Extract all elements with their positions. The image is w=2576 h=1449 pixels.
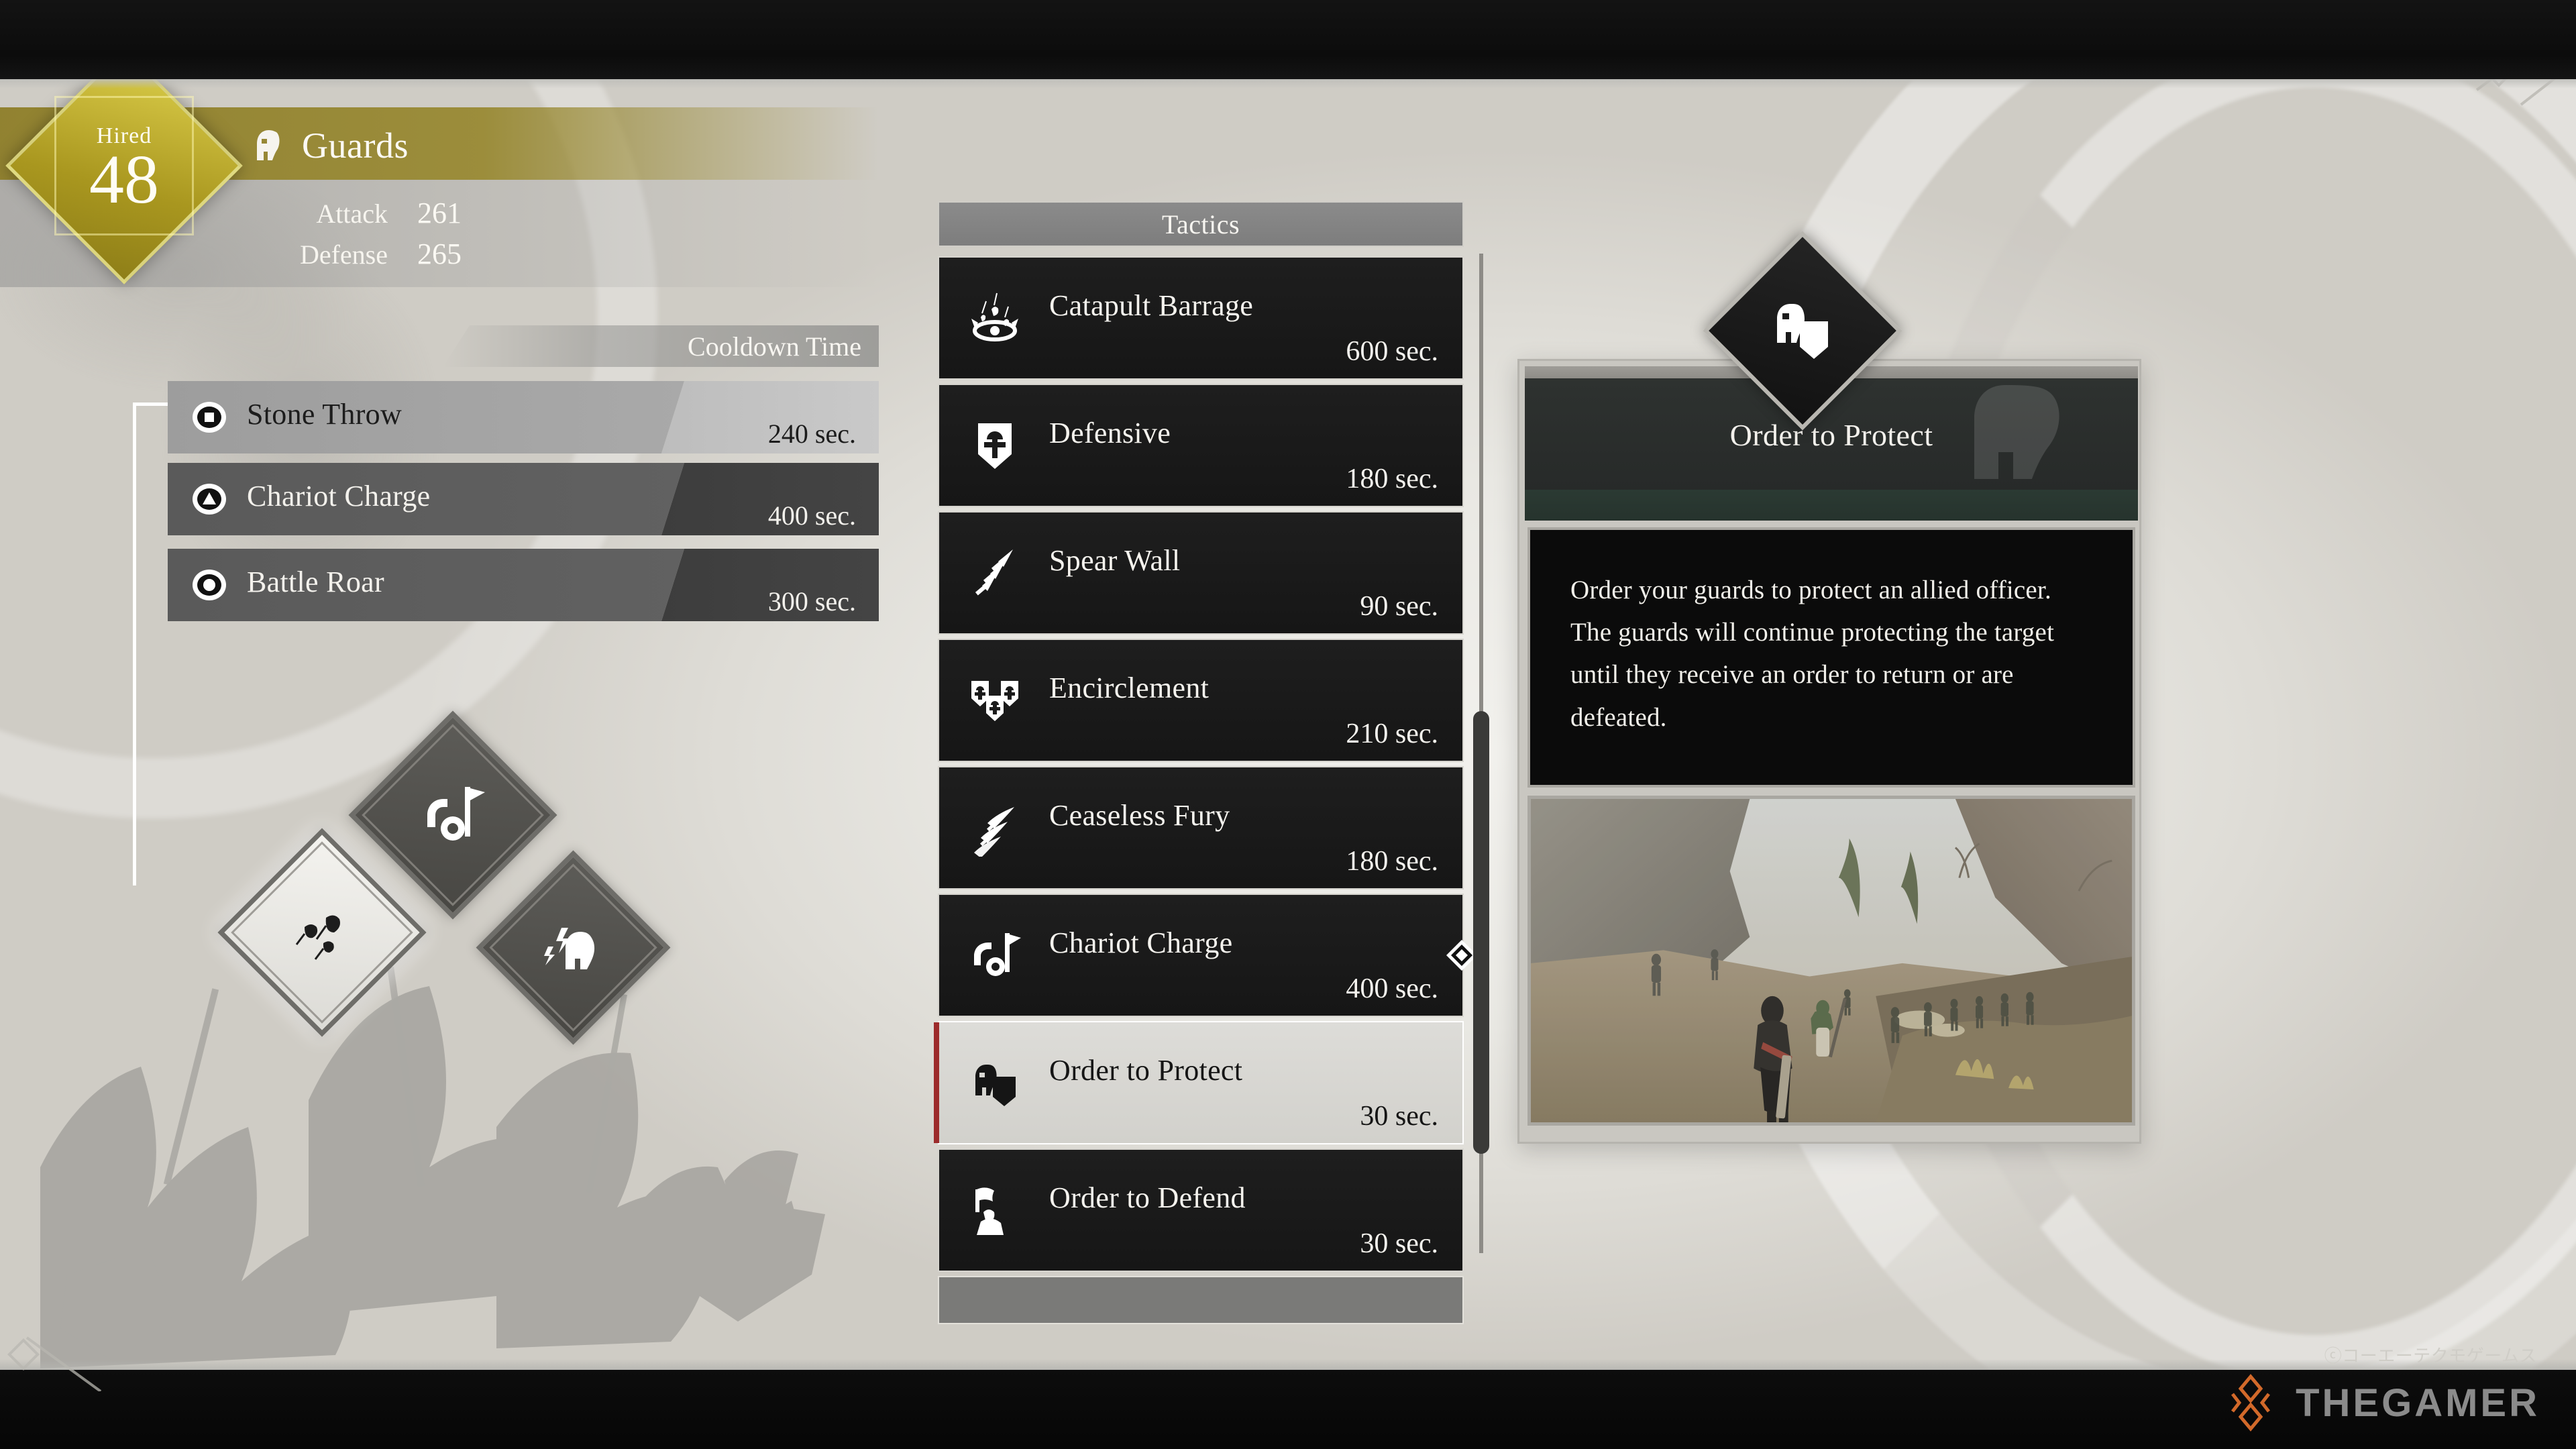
circle-button-icon [193,570,226,600]
stat-label: Attack [316,199,388,229]
background-soldier-silhouette [27,926,926,1409]
tactic-name: Spear Wall [1049,544,1181,577]
detail-title: Order to Protect [1729,418,1933,452]
three-shields-icon [971,681,1018,721]
squad-name: Guards [302,125,409,166]
cooldown-heading-label: Cooldown Time [688,331,861,362]
cooldown-time: 300 sec. [767,586,856,616]
tactics-heading: Tactics [938,201,1464,247]
tactic-cooldown: 210 sec. [1346,718,1438,749]
cooldown-heading: Cooldown Time [443,325,879,367]
top-bar-shadow [0,79,2576,89]
detail-description-box: Order your guards to protect an allied o… [1527,527,2135,788]
squad-name-row: Guards [254,125,409,166]
row-bar-left [168,381,684,453]
bottom-bar [0,1370,2576,1449]
tactic-cooldown: 180 sec. [1346,846,1438,877]
row-bar-left [168,549,684,621]
detail-icon-badge [1703,231,1902,431]
helmet-icon [257,130,280,160]
tactic-cooldown: 180 sec. [1346,464,1438,494]
tactics-panel: Tactics Catapult Barrage 600 sec. Defens… [934,201,1477,1324]
squad-tactics-screen: Squad Tactics 999 107609 [0,0,2576,1449]
tactics-heading-label: Tactics [1161,209,1240,239]
corner-ornament-bottom-left [7,1336,102,1391]
tactic-name: Ceaseless Fury [1049,799,1230,832]
list-item[interactable]: Catapult Barrage 600 sec. [938,256,1464,380]
thegamer-logo-icon [2231,1374,2271,1432]
tactic-cooldown: 30 sec. [1360,1228,1438,1259]
chariot-icon [427,787,485,841]
list-item[interactable]: Encirclement 210 sec. [938,639,1464,762]
cooldown-row-battle-roar[interactable]: Battle Roar 300 sec. [168,549,879,621]
cooldown-row-chariot-charge[interactable]: Chariot Charge 400 sec. [168,463,879,535]
watermark: THEGAMER [2222,1374,2540,1432]
tactic-detail-panel: Order to Protect Order your guards to pr… [1517,359,2141,1144]
triangle-button-icon [193,484,226,515]
tactics-list-footer [938,1276,1464,1324]
watermark-brand: THEGAMER [2296,1381,2540,1425]
top-bar [0,0,2576,79]
bottom-bar-shadow [0,1359,2576,1370]
cooldown-row-stone-throw[interactable]: Stone Throw 240 sec. [168,381,879,453]
battle-roar-icon [543,927,594,969]
tactic-name: Encirclement [1049,672,1210,704]
swords-icon [974,807,1014,857]
slot-stone-throw[interactable] [217,828,427,1037]
catapult-icon [971,292,1018,341]
tactic-cooldown: 30 sec. [1360,1101,1438,1132]
detail-description: Order your guards to protect an allied o… [1570,576,2055,732]
protect-icon [975,1065,1016,1106]
hired-count: 48 [89,141,159,218]
hired-badge: Hired 48 [5,47,243,284]
cooldown-time: 240 sec. [767,419,856,449]
slot-chariot-charge[interactable] [348,710,557,920]
tactics-scrollbar-thumb[interactable] [1473,711,1489,1154]
spears-icon [975,549,1013,596]
tactics-list: Catapult Barrage 600 sec. Defensive 180 … [934,256,1477,1272]
banner-icon [975,1187,1004,1235]
slot-battle-roar[interactable] [476,850,671,1045]
tactic-cooldown: 400 sec. [1346,973,1438,1004]
tactic-name: Chariot Charge [1049,926,1233,959]
shield-icon [978,423,1012,469]
stat-value: 261 [417,197,462,229]
cooldown-name: Chariot Charge [247,480,431,513]
tactic-name: Catapult Barrage [1049,289,1254,322]
stat-defense: Defense 265 [267,237,462,271]
tactic-name: Defensive [1049,417,1171,449]
cooldown-name: Stone Throw [247,398,402,431]
tactic-cooldown: 600 sec. [1346,336,1438,367]
list-item-selected[interactable]: Order to Protect 30 sec. [934,1021,1464,1144]
cooldown-time: 400 sec. [767,500,856,531]
list-item[interactable]: Spear Wall 90 sec. [938,511,1464,635]
squad-stats: Attack 261 Defense 265 [267,196,462,271]
tactic-name: Order to Protect [1049,1054,1243,1087]
stat-attack: Attack 261 [267,196,462,230]
chariot-icon [974,933,1021,976]
protect-icon [1777,304,1828,359]
list-item[interactable]: Order to Defend 30 sec. [938,1148,1464,1272]
square-button-icon [193,402,226,433]
stat-value: 265 [417,237,462,270]
detail-accent-strip [1525,490,2138,521]
tactic-name: Order to Defend [1049,1181,1246,1214]
stat-label: Defense [299,239,388,270]
list-item[interactable]: Defensive 180 sec. [938,384,1464,507]
selection-marker [934,1022,939,1143]
cooldown-name: Battle Roar [247,566,384,598]
detail-preview-image [1527,796,2135,1126]
list-item[interactable]: Ceaseless Fury 180 sec. [938,766,1464,890]
list-item[interactable]: Chariot Charge 400 sec. [938,894,1477,1017]
tactic-cooldown: 90 sec. [1360,591,1438,622]
copyright-text: ⓒコーエーテクモゲームス [2324,1346,2537,1366]
stone-throw-icon [295,915,340,960]
